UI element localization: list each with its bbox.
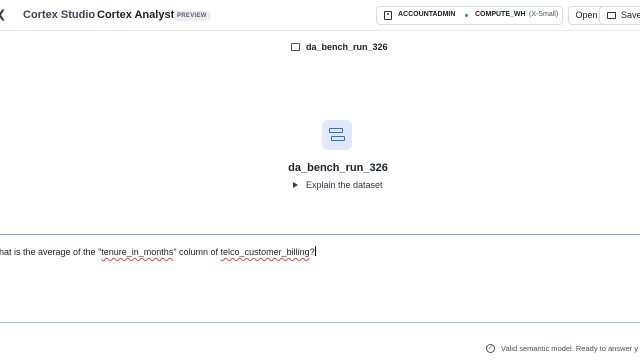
caret-right-icon xyxy=(293,182,298,188)
dataset-title: da_bench_run_326 xyxy=(288,162,388,174)
question-text: hat is the average of the "tenure_in_mon… xyxy=(0,246,316,257)
preview-badge: PREVIEW xyxy=(173,11,211,21)
dataset-icon xyxy=(322,120,352,150)
role-label: ACCOUNTADMIN xyxy=(398,11,456,18)
spellcheck-term: telco_customer_billing xyxy=(220,247,310,257)
warehouse-status-dot xyxy=(465,14,468,17)
role-icon xyxy=(384,11,392,20)
save-button[interactable]: Save xyxy=(599,6,640,25)
breadcrumb-cortex-studio[interactable]: Cortex Studio xyxy=(23,9,95,21)
top-bar: ❮ Cortex Studio Cortex Analyst PREVIEW A… xyxy=(0,0,640,31)
status-text: Valid semantic model. Ready to answer y xyxy=(501,344,639,353)
page-title: Cortex Analyst xyxy=(97,9,175,21)
save-label: Save xyxy=(621,10,640,20)
check-circle-icon: ✓ xyxy=(486,344,495,353)
semantic-model-name: da_bench_run_326 xyxy=(306,42,388,52)
context-selector[interactable]: ACCOUNTADMIN COMPUTE_WH (X-Small) xyxy=(376,6,563,25)
save-icon xyxy=(607,12,616,19)
spellcheck-term: tenure_in_months xyxy=(101,247,174,257)
warehouse-size: (X-Small) xyxy=(529,11,559,18)
text-caret xyxy=(314,246,316,256)
warehouse-label: COMPUTE_WH xyxy=(475,11,526,18)
explain-dataset-label: Explain the dataset xyxy=(306,180,383,190)
back-chevron-icon[interactable]: ❮ xyxy=(0,8,9,22)
question-input[interactable]: hat is the average of the "tenure_in_mon… xyxy=(0,234,640,323)
file-icon xyxy=(291,43,300,51)
